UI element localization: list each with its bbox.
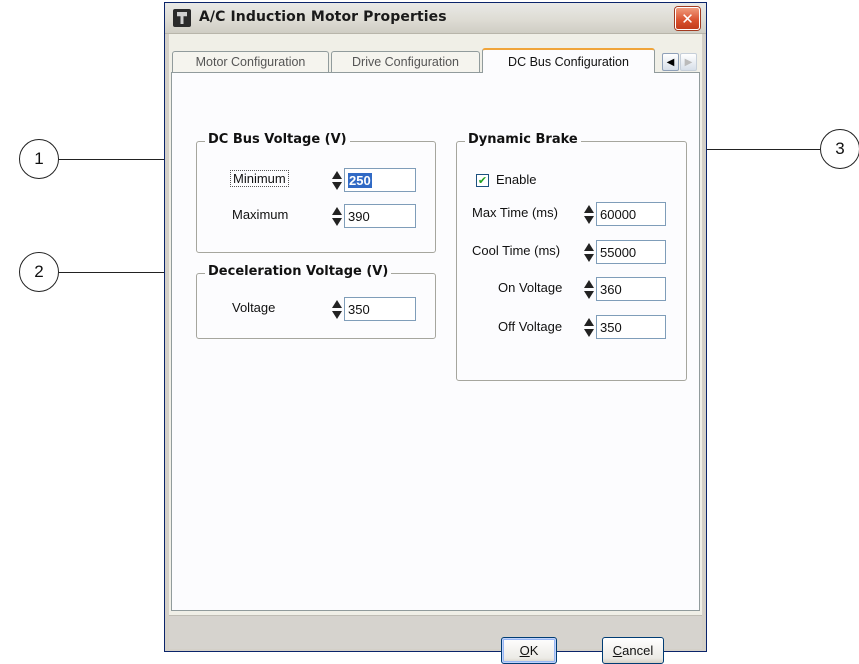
dc-bus-configuration-page: DC Bus Voltage (V) Minimum 250 Maximum 3…: [171, 72, 700, 611]
spin-down-icon[interactable]: [584, 291, 594, 299]
spin-down-icon[interactable]: [584, 329, 594, 337]
off-voltage-input[interactable]: 350: [596, 315, 666, 339]
dynamic-brake-group: Dynamic Brake ✔ Enable Max Time (ms) 600…: [456, 132, 687, 381]
maximum-spinner[interactable]: [332, 206, 342, 228]
dc-bus-voltage-group: DC Bus Voltage (V) Minimum 250 Maximum 3…: [196, 132, 436, 253]
minimum-spinner[interactable]: [332, 170, 342, 192]
dialog-footer: OK Cancel: [169, 615, 702, 664]
spin-down-icon[interactable]: [332, 218, 342, 226]
voltage-input[interactable]: 350: [344, 297, 416, 321]
on-voltage-spinner[interactable]: [584, 279, 594, 301]
callout-1-label: 1: [34, 149, 44, 168]
title-bar[interactable]: A/C Induction Motor Properties ✕: [165, 3, 706, 34]
tab-label: Motor Configuration: [195, 55, 306, 69]
cancel-button[interactable]: Cancel: [602, 637, 664, 664]
callout-1: 1: [19, 139, 59, 179]
spin-down-icon[interactable]: [584, 254, 594, 262]
spin-up-icon[interactable]: [584, 205, 594, 213]
tab-label: Drive Configuration: [352, 55, 459, 69]
chevron-right-icon: ▶: [684, 56, 693, 68]
max-time-spinner[interactable]: [584, 204, 594, 226]
callout-2-label: 2: [34, 262, 44, 281]
spin-up-icon[interactable]: [584, 318, 594, 326]
dc-bus-voltage-title: DC Bus Voltage (V): [205, 132, 350, 147]
cool-time-input[interactable]: 55000: [596, 240, 666, 264]
tab-motor-configuration[interactable]: Motor Configuration: [172, 51, 329, 72]
on-voltage-label: On Voltage: [498, 280, 563, 295]
enable-checkbox[interactable]: ✔: [476, 174, 489, 187]
dialog-client: Motor Configuration Drive Configuration …: [169, 34, 702, 664]
spin-down-icon[interactable]: [332, 182, 342, 190]
tab-scroll-left-button[interactable]: ◀: [662, 53, 679, 71]
minimum-value: 250: [348, 173, 372, 188]
tab-dc-bus-configuration[interactable]: DC Bus Configuration: [482, 48, 655, 73]
callout-2: 2: [19, 252, 59, 292]
enable-label: Enable: [496, 172, 537, 187]
check-icon: ✔: [477, 174, 488, 187]
deceleration-voltage-title: Deceleration Voltage (V): [205, 264, 392, 279]
max-time-input[interactable]: 60000: [596, 202, 666, 226]
minimum-input[interactable]: 250: [344, 168, 416, 192]
spin-up-icon[interactable]: [332, 171, 342, 179]
max-time-label: Max Time (ms): [472, 205, 558, 220]
tab-scroll-right-button[interactable]: ▶: [680, 53, 697, 71]
callout-3-label: 3: [835, 139, 845, 158]
ok-button[interactable]: OK: [501, 637, 557, 664]
spin-up-icon[interactable]: [584, 280, 594, 288]
close-icon: ✕: [681, 9, 694, 28]
spin-up-icon[interactable]: [584, 243, 594, 251]
properties-dialog: A/C Induction Motor Properties ✕ Motor C…: [164, 2, 707, 664]
maximum-input[interactable]: 390: [344, 204, 416, 228]
cool-time-spinner[interactable]: [584, 242, 594, 264]
spin-up-icon[interactable]: [332, 207, 342, 215]
cool-time-label: Cool Time (ms): [472, 243, 561, 258]
spin-down-icon[interactable]: [584, 216, 594, 224]
minimum-label: Minimum: [230, 170, 289, 187]
dynamic-brake-title: Dynamic Brake: [465, 132, 581, 147]
tab-drive-configuration[interactable]: Drive Configuration: [331, 51, 480, 72]
window-title: A/C Induction Motor Properties: [199, 9, 447, 25]
callout-3: 3: [820, 129, 859, 169]
chevron-left-icon: ◀: [666, 56, 675, 68]
tab-label: DC Bus Configuration: [508, 54, 629, 69]
voltage-label: Voltage: [232, 300, 276, 315]
maximum-label: Maximum: [232, 207, 289, 222]
deceleration-voltage-group: Deceleration Voltage (V) Voltage 350: [196, 264, 436, 339]
off-voltage-label: Off Voltage: [498, 319, 563, 334]
close-button[interactable]: ✕: [675, 7, 700, 30]
on-voltage-input[interactable]: 360: [596, 277, 666, 301]
off-voltage-spinner[interactable]: [584, 317, 594, 339]
voltage-spinner[interactable]: [332, 299, 342, 321]
ti-logo-icon: [173, 9, 191, 27]
spin-up-icon[interactable]: [332, 300, 342, 308]
spin-down-icon[interactable]: [332, 311, 342, 319]
